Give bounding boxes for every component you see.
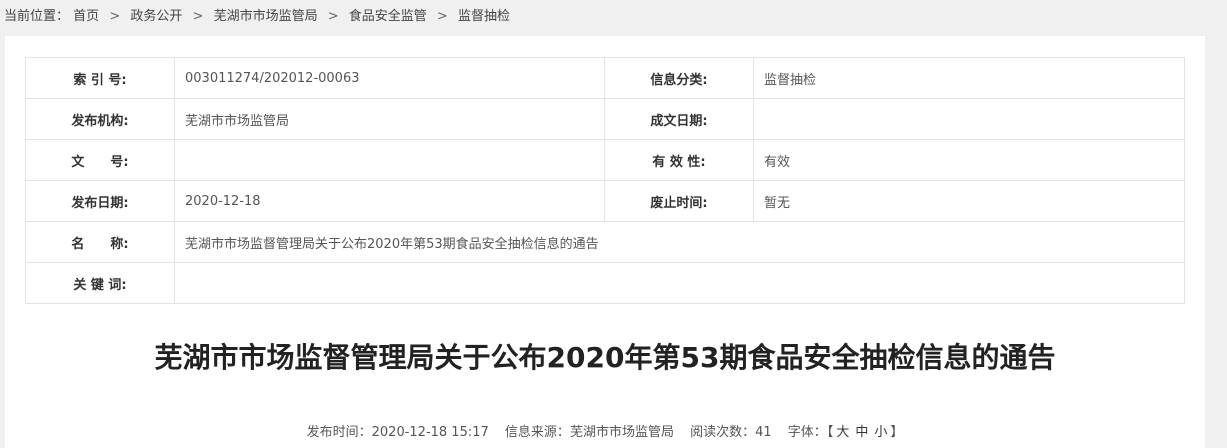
breadcrumb-home-link[interactable]: 首页 <box>73 9 99 24</box>
metadata-table: 索 引 号: 003011274/202012-00063 信息分类: 监督抽检… <box>25 57 1185 304</box>
font-size-label: 字体： <box>787 425 827 440</box>
written-date-value <box>753 98 1185 140</box>
name-value: 芜湖市市场监督管理局关于公布2020年第53期食品安全抽检信息的通告 <box>174 221 1185 263</box>
keywords-label: 关 键 词: <box>25 262 175 304</box>
table-row: 索 引 号: 003011274/202012-00063 信息分类: 监督抽检 <box>25 57 1185 99</box>
breadcrumb-separator: > <box>436 9 448 24</box>
breadcrumb-bureau-link[interactable]: 芜湖市市场监管局 <box>214 9 318 24</box>
table-row: 关 键 词: <box>25 262 1185 304</box>
breadcrumb-prefix: 当前位置： <box>4 9 70 24</box>
doc-no-value <box>174 139 605 181</box>
written-date-label: 成文日期: <box>604 98 754 140</box>
publisher-value: 芜湖市市场监管局 <box>174 98 605 140</box>
publish-time-label: 发布时间： <box>306 425 372 440</box>
read-count: 阅读次数：41 <box>690 425 776 440</box>
breadcrumb: 当前位置： 首页 > 政务公开 > 芜湖市市场监管局 > 食品安全监管 > 监督… <box>4 0 510 34</box>
font-size-close-bracket: 】 <box>890 425 904 440</box>
table-row: 发布日期: 2020-12-18 废止时间: 暂无 <box>25 180 1185 222</box>
breadcrumb-gov-affairs-link[interactable]: 政务公开 <box>130 9 182 24</box>
publisher-label: 发布机构: <box>25 98 175 140</box>
info-source: 信息来源：芜湖市市场监管局 <box>505 425 678 440</box>
index-value: 003011274/202012-00063 <box>174 57 605 99</box>
info-source-label: 信息来源： <box>504 425 570 440</box>
breadcrumb-food-safety-link[interactable]: 食品安全监管 <box>349 9 427 24</box>
name-label: 名 称: <box>25 221 175 263</box>
expire-label: 废止时间: <box>604 180 754 222</box>
table-row: 文 号: 有 效 性: 有效 <box>25 139 1185 181</box>
validity-value: 有效 <box>753 139 1185 181</box>
table-row: 发布机构: 芜湖市市场监管局 成文日期: <box>25 98 1185 140</box>
index-label: 索 引 号: <box>25 57 175 99</box>
publish-time: 发布时间：2020-12-18 15:17 <box>307 425 493 440</box>
font-small-button[interactable]: 小 <box>874 425 887 440</box>
breadcrumb-separator: > <box>327 9 339 24</box>
publish-date-value: 2020-12-18 <box>174 180 605 222</box>
validity-label: 有 效 性: <box>604 139 754 181</box>
keywords-value <box>174 262 1185 304</box>
publish-date-label: 发布日期: <box>25 180 175 222</box>
doc-no-label: 文 号: <box>25 139 175 181</box>
article-info-bar: 发布时间：2020-12-18 15:17 信息来源：芜湖市市场监管局 阅读次数… <box>5 421 1205 440</box>
table-row: 名 称: 芜湖市市场监督管理局关于公布2020年第53期食品安全抽检信息的通告 <box>25 221 1185 263</box>
font-large-button[interactable]: 大 <box>836 425 849 440</box>
publish-time-value: 2020-12-18 15:17 <box>371 425 489 440</box>
breadcrumb-separator: > <box>109 9 121 24</box>
content-panel: 索 引 号: 003011274/202012-00063 信息分类: 监督抽检… <box>5 36 1205 448</box>
read-count-label: 阅读次数： <box>690 425 756 440</box>
breadcrumb-inspection-link[interactable]: 监督抽检 <box>458 9 510 24</box>
font-size-open-bracket: 【 <box>826 425 834 440</box>
category-value: 监督抽检 <box>753 57 1185 99</box>
article-title: 芜湖市市场监督管理局关于公布2020年第53期食品安全抽检信息的通告 <box>154 341 1056 374</box>
info-source-value: 芜湖市市场监管局 <box>569 425 674 440</box>
font-size-control: 字体：【大中小】 <box>788 425 904 440</box>
expire-value: 暂无 <box>753 180 1185 222</box>
read-count-value: 41 <box>755 425 772 440</box>
font-medium-button[interactable]: 中 <box>855 425 868 440</box>
category-label: 信息分类: <box>604 57 754 99</box>
breadcrumb-separator: > <box>192 9 204 24</box>
